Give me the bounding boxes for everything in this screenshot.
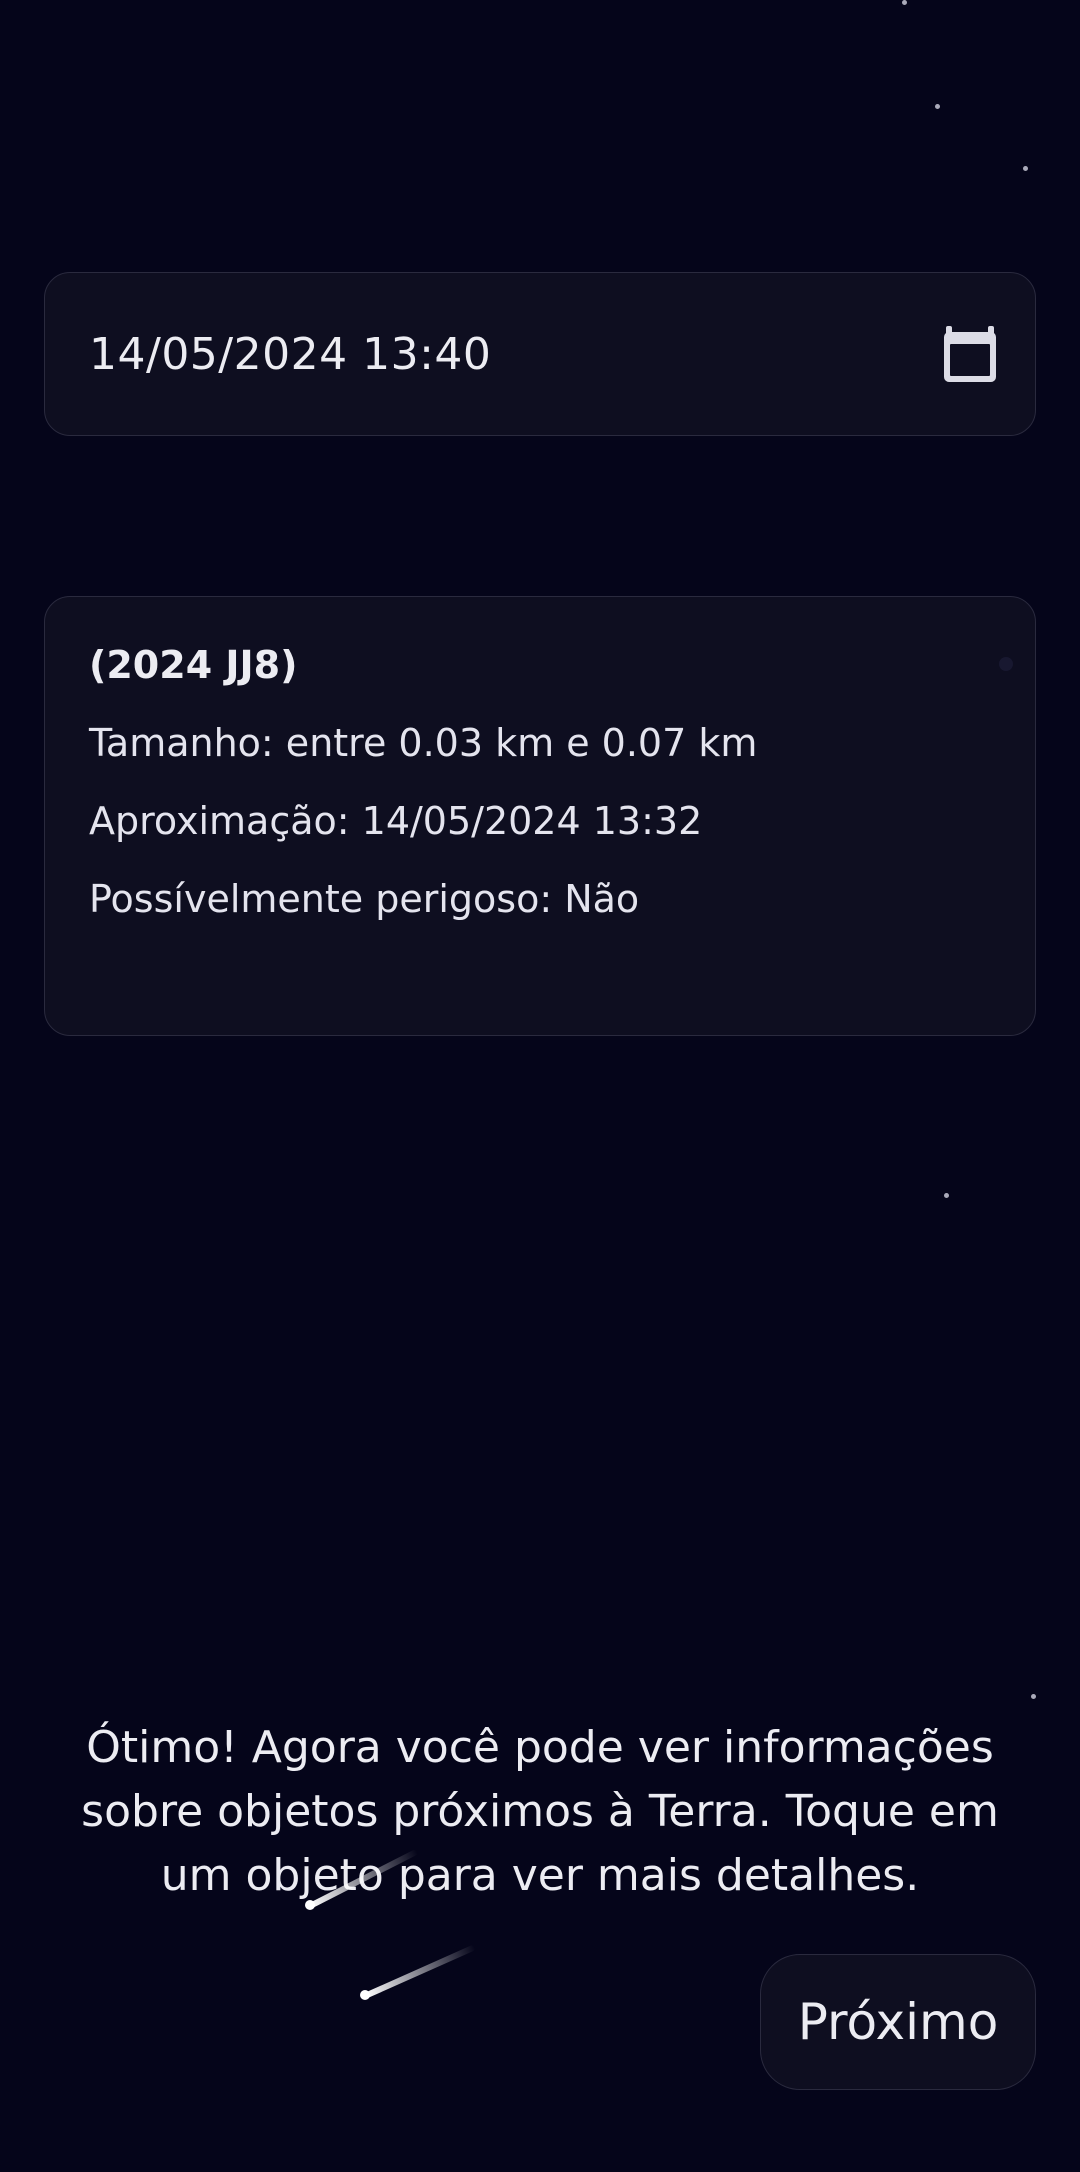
date-time-value: 14/05/2024 13:40: [89, 328, 492, 380]
neo-name: (2024 JJ8): [89, 643, 298, 687]
app-screen: 14/05/2024 13:40 (2024 JJ8) Tamanho: ent…: [0, 0, 1080, 2172]
neo-card[interactable]: (2024 JJ8) Tamanho: entre 0.03 km e 0.07…: [44, 596, 1036, 1036]
neo-hazard: Possívelmente perigoso: Não: [89, 877, 640, 921]
next-button[interactable]: Próximo: [760, 1954, 1036, 2090]
calendar-icon[interactable]: [941, 323, 999, 385]
card-indicator-dot: [999, 657, 1013, 671]
star: [935, 104, 940, 109]
star: [902, 0, 907, 5]
neo-approach: Aproximação: 14/05/2024 13:32: [89, 799, 703, 843]
star: [1031, 1694, 1036, 1699]
star: [1023, 166, 1028, 171]
star: [944, 1193, 949, 1198]
date-time-picker[interactable]: 14/05/2024 13:40: [44, 272, 1036, 436]
neo-size: Tamanho: entre 0.03 km e 0.07 km: [89, 721, 758, 765]
tutorial-message: Ótimo! Agora você pode ver informações s…: [81, 1722, 999, 1901]
